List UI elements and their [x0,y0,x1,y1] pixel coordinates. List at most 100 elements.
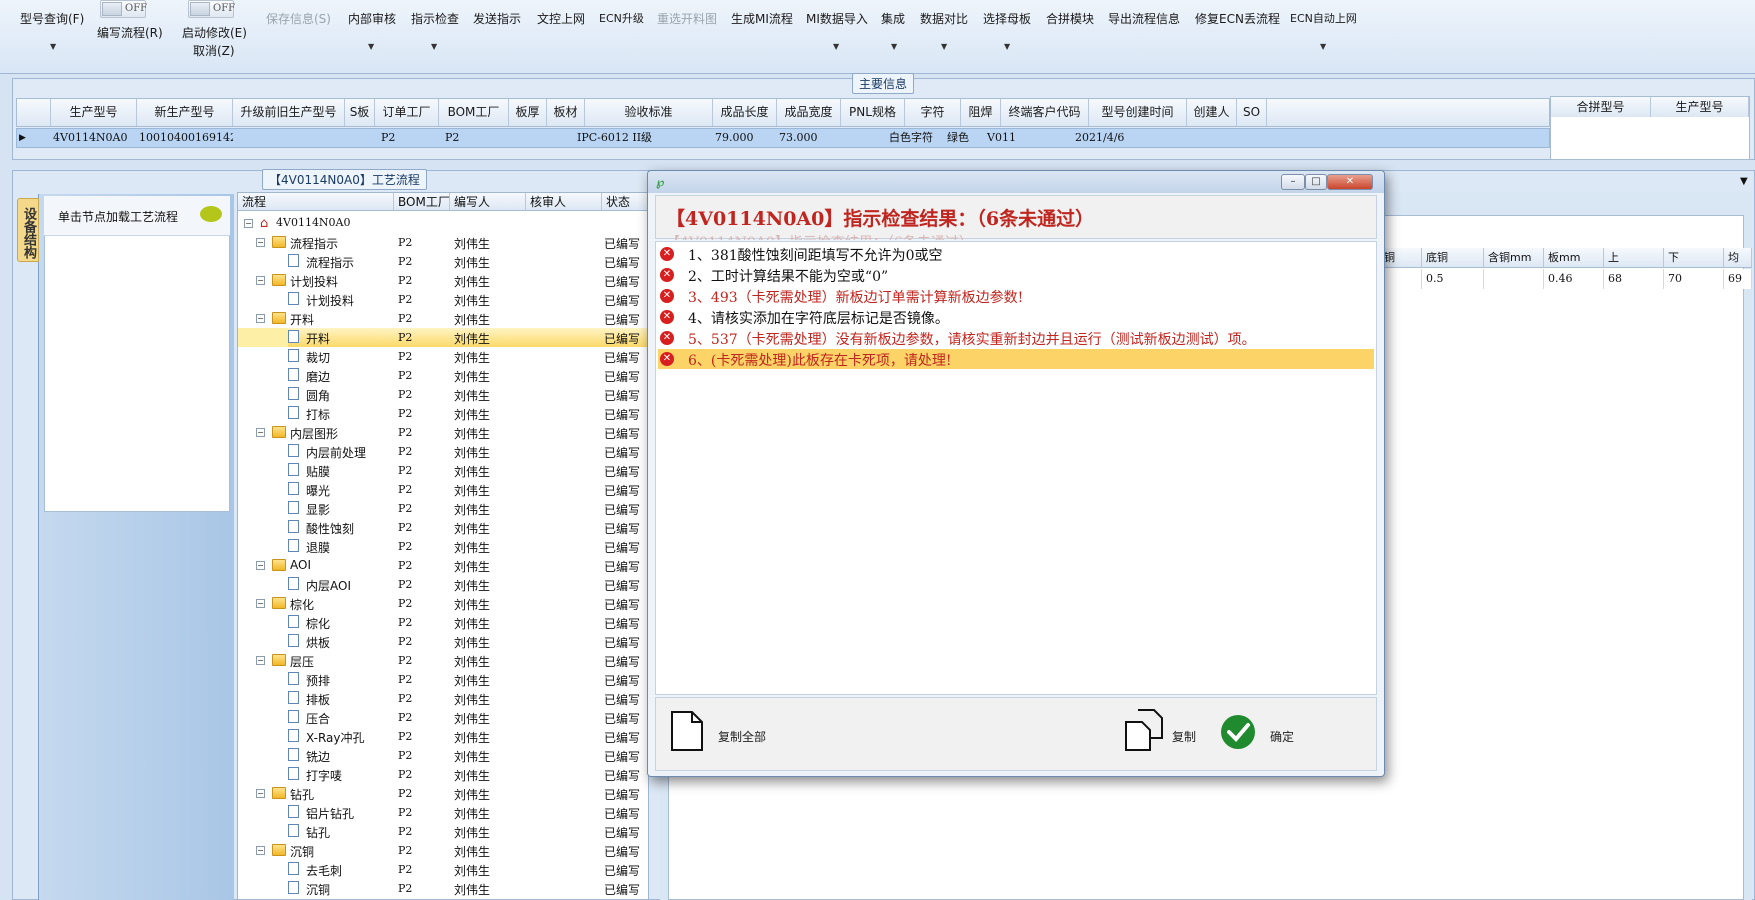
chevron-down-icon[interactable]: ▼ [368,42,374,51]
col-bom-factory[interactable]: BOM工厂 [439,99,509,126]
cell-base-copper[interactable]: 0.5 [1422,269,1484,289]
cell-thickness[interactable] [509,129,547,147]
chevron-down-icon[interactable]: ▼ [891,42,897,51]
col-writer[interactable]: 编写人 [450,193,526,211]
col-board-mm[interactable]: 板mm [1544,248,1604,268]
cell-acceptance[interactable]: IPC-6012 II级 [575,129,703,147]
result-item[interactable]: ✕ 6、(卡死需处理)此板存在卡死项，请处理! [658,349,1374,369]
col-bottom[interactable]: 下 [1664,248,1724,268]
cancel-button[interactable]: 取消(Z) [193,42,235,59]
tree-node[interactable]: 烘板 P2 刘伟生 已编写 [238,632,648,651]
tree-node[interactable]: 流程指示 P2 刘伟生 已编写 [238,252,648,271]
col-old-model[interactable]: 升级前旧生产型号 [233,99,345,126]
instruction-check-button[interactable]: 指示检查 [411,10,459,27]
collapse-icon[interactable]: − [256,656,265,665]
tree-node[interactable]: 贴膜 P2 刘伟生 已编写 [238,461,648,480]
col-length[interactable]: 成品长度 [713,99,777,126]
chevron-down-icon[interactable]: ▼ [941,42,947,51]
send-instruction-button[interactable]: 发送指示 [473,10,521,27]
ecn-auto-online-button[interactable]: ECN自动上网 [1290,10,1357,26]
collapse-icon[interactable]: − [256,276,265,285]
chevron-down-icon[interactable]: ▼ [50,42,56,51]
col-process[interactable]: 流程 [238,193,394,211]
tree-folder[interactable]: − 开料 P2 刘伟生 已编写 [238,309,648,328]
copy-icon[interactable] [1124,708,1164,752]
close-button[interactable]: ✕ [1327,174,1373,190]
result-item[interactable]: ✕ 4、请核实添加在字符底层标记是否镜像。 [658,307,1374,327]
collapse-icon[interactable]: − [256,561,265,570]
doc-control-online-button[interactable]: 文控上网 [537,10,585,27]
reselect-cutting-button[interactable]: 重选开料图 [657,10,717,27]
tree-folder[interactable]: − 层压 P2 刘伟生 已编写 [238,651,648,670]
copy-button[interactable]: 复制 [1172,728,1196,745]
tree-node[interactable]: 沉铜 P2 刘伟生 已编写 [238,879,648,898]
model-query-button[interactable]: 型号查询(F) [20,10,84,27]
copy-all-button[interactable]: 复制全部 [718,728,766,745]
tree-folder[interactable]: − 计划投料 P2 刘伟生 已编写 [238,271,648,290]
node-list[interactable] [44,196,230,512]
collapse-icon[interactable]: − [256,314,265,323]
tree-node[interactable]: 酸性蚀刻 P2 刘伟生 已编写 [238,518,648,537]
maximize-button[interactable]: □ [1305,174,1327,190]
tree-node[interactable]: 铝片钻孔 P2 刘伟生 已编写 [238,803,648,822]
col-production-model[interactable]: 生产型号 [1651,97,1749,117]
cell-avg[interactable]: 69 [1724,269,1752,289]
tree-folder[interactable]: − 钻孔 P2 刘伟生 已编写 [238,784,648,803]
col-s-board[interactable]: S板 [345,99,375,126]
tab-equipment-structure[interactable]: 设备结构 [17,198,39,262]
cell-copper-mm[interactable] [1484,269,1544,289]
cell-order-factory[interactable]: P2 [379,129,439,147]
cell-soldermask[interactable]: 绿色 [945,129,985,147]
generate-mi-button[interactable]: 生成MI流程 [731,10,793,27]
chevron-down-icon[interactable]: ▼ [1740,176,1748,187]
collapse-icon[interactable]: − [256,599,265,608]
col-bom[interactable]: BOM工厂 [394,193,450,211]
tree-node[interactable]: 磨边 P2 刘伟生 已编写 [238,366,648,385]
dialog-titlebar[interactable]: ℘ – □ ✕ [648,171,1384,193]
tree-node[interactable]: 预排 P2 刘伟生 已编写 [238,670,648,689]
cell-top[interactable]: 68 [1604,269,1664,289]
select-mother-board-button[interactable]: 选择母板 [983,10,1031,27]
internal-review-button[interactable]: 内部审核 [348,10,396,27]
col-pnl[interactable]: PNL规格 [841,99,905,126]
tree-node[interactable]: 排板 P2 刘伟生 已编写 [238,689,648,708]
cell-s-board[interactable] [345,129,375,147]
cell-creator[interactable] [1187,129,1237,147]
tree-node[interactable]: 曝光 P2 刘伟生 已编写 [238,480,648,499]
col-acceptance[interactable]: 验收标准 [585,99,713,126]
table-row[interactable]: ▶ 4V0114N0A0 10010400169142 P2 P2 IPC-60… [16,128,1550,148]
write-toggle[interactable]: OFF [100,0,147,18]
col-combine-model[interactable]: 合拼型号 [1551,97,1651,117]
col-so[interactable]: SO [1237,99,1267,126]
chevron-down-icon[interactable]: ▼ [1320,42,1326,51]
cell-customer-code[interactable]: V011 [985,129,1073,147]
col-create-time[interactable]: 型号创建时间 [1089,99,1187,126]
col-order-factory[interactable]: 订单工厂 [375,99,439,126]
col-avg[interactable]: 均 [1724,248,1752,268]
process-tree[interactable]: 流程 BOM工厂 编写人 核审人 状态 − ⌂ 4V0114N0A0 − 流程指示… [237,192,650,900]
tree-node[interactable]: 打标 P2 刘伟生 已编写 [238,404,648,423]
col-copper-mm[interactable]: 含铜mm [1484,248,1544,268]
tree-node[interactable]: 钻孔 P2 刘伟生 已编写 [238,822,648,841]
col-status[interactable]: 状态 [602,193,650,211]
cell-bottom[interactable]: 70 [1664,269,1724,289]
tree-node[interactable]: 内层前处理 P2 刘伟生 已编写 [238,442,648,461]
combine-module-button[interactable]: 合拼模块 [1046,10,1094,27]
tree-folder[interactable]: − 内层图形 P2 刘伟生 已编写 [238,423,648,442]
tree-node[interactable]: 铣边 P2 刘伟生 已编写 [238,746,648,765]
col-width[interactable]: 成品宽度 [777,99,841,126]
integrate-button[interactable]: 集成 [881,10,905,27]
document-icon[interactable] [670,710,704,752]
check-icon[interactable] [1220,714,1256,750]
col-thickness[interactable]: 板厚 [509,99,547,126]
tree-folder[interactable]: − 流程指示 P2 刘伟生 已编写 [238,233,648,252]
col-char[interactable]: 字符 [905,99,961,126]
start-edit-button[interactable]: 启动修改(E) [182,24,247,41]
tree-node[interactable]: 打字唛 P2 刘伟生 已编写 [238,765,648,784]
cell-bom-factory[interactable]: P2 [443,129,509,147]
tree-node[interactable]: 裁切 P2 刘伟生 已编写 [238,347,648,366]
cell-model[interactable]: 4V0114N0A0 [51,129,137,147]
collapse-icon[interactable]: − [256,789,265,798]
tree-node[interactable]: 棕化 P2 刘伟生 已编写 [238,613,648,632]
col-top[interactable]: 上 [1604,248,1664,268]
